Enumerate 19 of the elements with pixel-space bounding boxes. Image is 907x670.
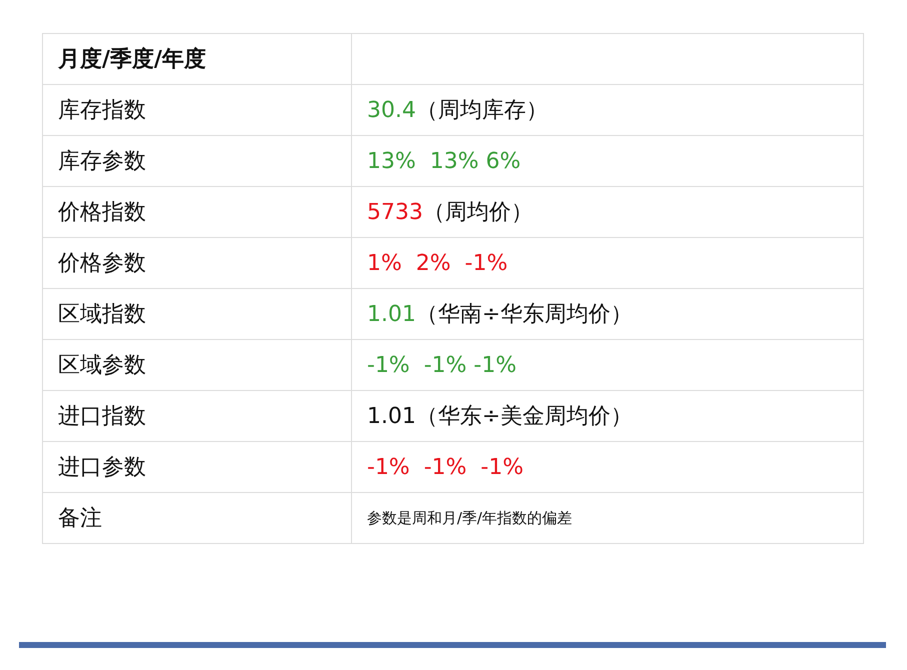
table-cell: 进口参数 — [42, 442, 352, 492]
table-cell: 月度/季度/年度 — [42, 34, 352, 84]
table-cell: 区域参数 — [42, 340, 352, 390]
table-cell: 参数是周和月/季/年指数的偏差 — [352, 492, 864, 544]
table-cell: 13% 13% 6% — [352, 136, 864, 186]
table-cell: 1% 2% -1% — [352, 238, 864, 288]
table-cell: -1% -1% -1% — [352, 442, 864, 492]
table-cell: 1.01（华东÷美金周均价） — [352, 390, 864, 442]
table-cell: 30.4（周均库存） — [352, 84, 864, 136]
table-cell: 价格参数 — [42, 238, 352, 288]
table-cell: 进口指数 — [42, 390, 352, 442]
table-cell: 1.01（华南÷华东周均价） — [352, 288, 864, 340]
table-cell: -1% -1% -1% — [352, 340, 864, 390]
table-cell: 5733（周均价） — [352, 186, 864, 238]
table-cell: 库存指数 — [42, 84, 352, 136]
table-cell: 价格指数 — [42, 186, 352, 238]
table-cell: 区域指数 — [42, 288, 352, 340]
table-cell: 备注 — [42, 492, 352, 544]
table-cell: 库存参数 — [42, 136, 352, 186]
